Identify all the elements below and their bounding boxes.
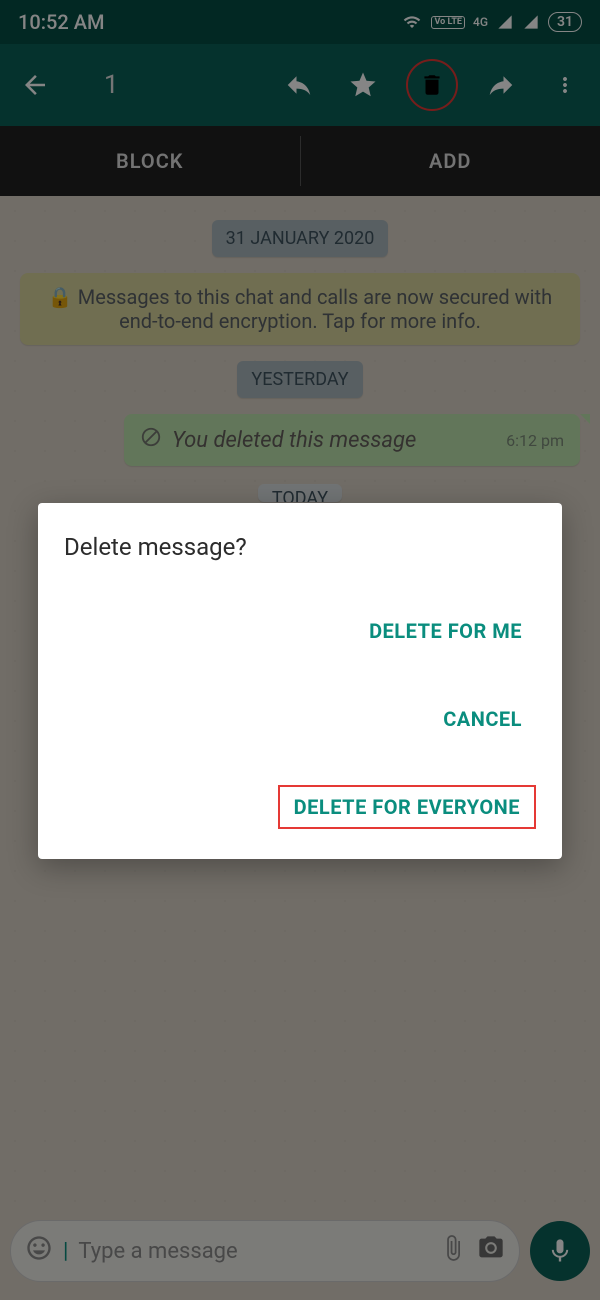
cancel-button[interactable]: CANCEL <box>429 697 536 741</box>
delete-for-me-button[interactable]: DELETE FOR ME <box>355 609 536 653</box>
dialog-title: Delete message? <box>64 533 536 561</box>
delete-dialog: Delete message? DELETE FOR ME CANCEL DEL… <box>38 503 562 859</box>
delete-for-everyone-button[interactable]: DELETE FOR EVERYONE <box>278 785 536 829</box>
